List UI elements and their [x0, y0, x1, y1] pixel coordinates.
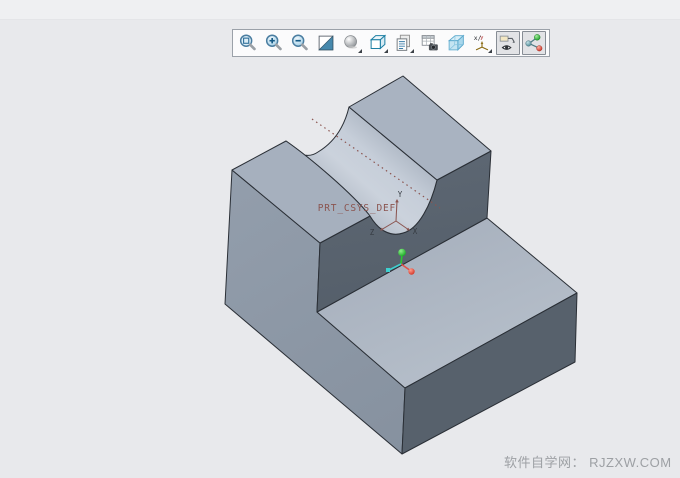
- display-style-icon: [341, 32, 363, 54]
- csys-label: PRT_CSYS_DEF: [318, 203, 396, 214]
- zoom-region-icon: [237, 32, 259, 54]
- toolbar-button-perspective-view[interactable]: [444, 31, 468, 55]
- datum-display-icon: [471, 32, 493, 54]
- toolbar-button-saved-views[interactable]: [366, 31, 390, 55]
- cad-application-window: PRT_CSYS_DEF Y X Z 软件自学网： RJZXW.COM: [0, 0, 680, 478]
- toolbar-button-zoom-out[interactable]: [288, 31, 312, 55]
- zoom-in-icon: [263, 32, 285, 54]
- spin-center-green-ball: [398, 249, 406, 257]
- toolbar-button-spin-center-toggle[interactable]: [522, 31, 546, 55]
- csys-axis-label-y: Y: [398, 190, 403, 199]
- refit-icon: [315, 32, 337, 54]
- toolbar-button-view-manager[interactable]: [392, 31, 416, 55]
- capture-table-icon: [419, 32, 441, 54]
- toolbar-button-capture[interactable]: [418, 31, 442, 55]
- csys-axis-label-x: X: [413, 227, 418, 236]
- view-toolbar: [232, 29, 550, 57]
- watermark-text: 软件自学网： RJZXW.COM: [504, 452, 672, 471]
- saved-views-icon: [367, 32, 389, 54]
- toolbar-button-zoom-region[interactable]: [236, 31, 260, 55]
- annotation-display-icon: [497, 32, 519, 54]
- toolbar-button-zoom-in[interactable]: [262, 31, 286, 55]
- csys-axis-label-z: Z: [370, 228, 375, 237]
- view-manager-icon: [393, 32, 415, 54]
- zoom-out-icon: [289, 32, 311, 54]
- spin-center-icon: [523, 32, 545, 54]
- spin-center-red-ball: [408, 268, 414, 274]
- toolbar-button-display-style[interactable]: [340, 31, 364, 55]
- toolbar-button-refit[interactable]: [314, 31, 338, 55]
- spin-center-cyan-handle: [386, 268, 390, 272]
- 3d-model[interactable]: [225, 76, 577, 454]
- toolbar-button-datum-display[interactable]: [470, 31, 494, 55]
- perspective-cube-icon: [445, 32, 467, 54]
- toolbar-button-annotation-display[interactable]: [496, 31, 520, 55]
- viewport-canvas[interactable]: PRT_CSYS_DEF Y X Z: [0, 0, 680, 478]
